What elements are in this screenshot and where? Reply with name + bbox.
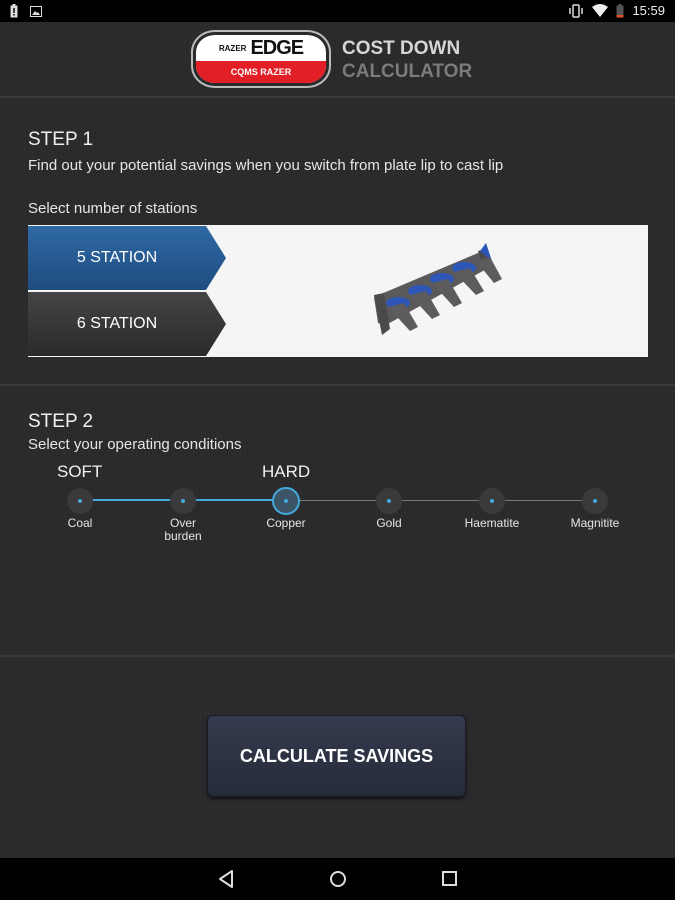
- stop-label-over-burden: Over burden: [164, 516, 202, 543]
- step2-description: Select your operating conditions: [28, 436, 242, 453]
- image-icon: [30, 5, 42, 17]
- section-divider: [0, 384, 675, 386]
- operating-conditions-slider[interactable]: SOFT HARD Coal Over burden Copper Gold H…: [28, 462, 648, 552]
- hard-label: HARD: [262, 462, 311, 481]
- app-content: RAZER EDGE CQMS RAZER COST DOWN CALCULAT…: [0, 22, 675, 858]
- logo-razer-text: RAZER: [218, 43, 247, 53]
- step1-description: Find out your potential savings when you…: [28, 157, 504, 174]
- app-header: RAZER EDGE CQMS RAZER COST DOWN CALCULAT…: [0, 22, 675, 98]
- home-icon[interactable]: [326, 868, 350, 890]
- app-title-line2: CALCULATOR: [342, 61, 473, 82]
- battery-icon: [616, 3, 624, 17]
- station-option-label: 6 STATION: [76, 315, 158, 332]
- station-selector: 5 STATION 6 STATION: [28, 225, 648, 357]
- battery-alert-icon: [10, 4, 18, 18]
- stop-label-coal: Coal: [67, 516, 93, 530]
- stop-label-magnitite: Magnitite: [570, 516, 620, 530]
- slider-stop-over-burden[interactable]: [170, 488, 196, 514]
- station-option-6[interactable]: 6 STATION: [28, 292, 226, 356]
- logo-cqms-text: CQMS RAZER: [196, 61, 326, 83]
- logo-edge-text: EDGE: [250, 36, 304, 59]
- slider-stop-haematite[interactable]: [479, 488, 505, 514]
- calculate-savings-label: CALCULATE SAVINGS: [239, 745, 434, 766]
- razer-edge-logo: RAZER EDGE CQMS RAZER: [193, 32, 329, 86]
- step1-prompt: Select number of stations: [28, 200, 198, 217]
- wifi-icon: [592, 4, 609, 17]
- slider-thumb-copper[interactable]: [272, 487, 300, 515]
- app-title-line1: COST DOWN: [342, 38, 461, 59]
- slider-stop-gold[interactable]: [376, 488, 402, 514]
- navigation-bar: [0, 858, 675, 900]
- clock: 15:59: [632, 3, 665, 18]
- section-divider: [0, 655, 675, 657]
- soft-label: SOFT: [57, 462, 103, 481]
- step2-title: STEP 2: [28, 411, 94, 432]
- stop-label-haematite: Haematite: [464, 516, 520, 530]
- recents-icon[interactable]: [438, 868, 462, 890]
- stop-label-gold: Gold: [376, 516, 402, 530]
- step1-title: STEP 1: [28, 129, 94, 150]
- calculate-savings-button[interactable]: CALCULATE SAVINGS: [207, 715, 466, 797]
- slider-stop-coal[interactable]: [67, 488, 93, 514]
- station-option-5[interactable]: 5 STATION: [28, 226, 226, 290]
- station-option-label: 5 STATION: [76, 249, 158, 266]
- slider-stop-magnitite[interactable]: [582, 488, 608, 514]
- stop-label-copper: Copper: [266, 516, 306, 530]
- status-bar: 15:59: [0, 0, 675, 22]
- back-icon[interactable]: [214, 868, 238, 890]
- vibrate-icon: [569, 3, 584, 18]
- cast-lip-product-image: [374, 243, 502, 335]
